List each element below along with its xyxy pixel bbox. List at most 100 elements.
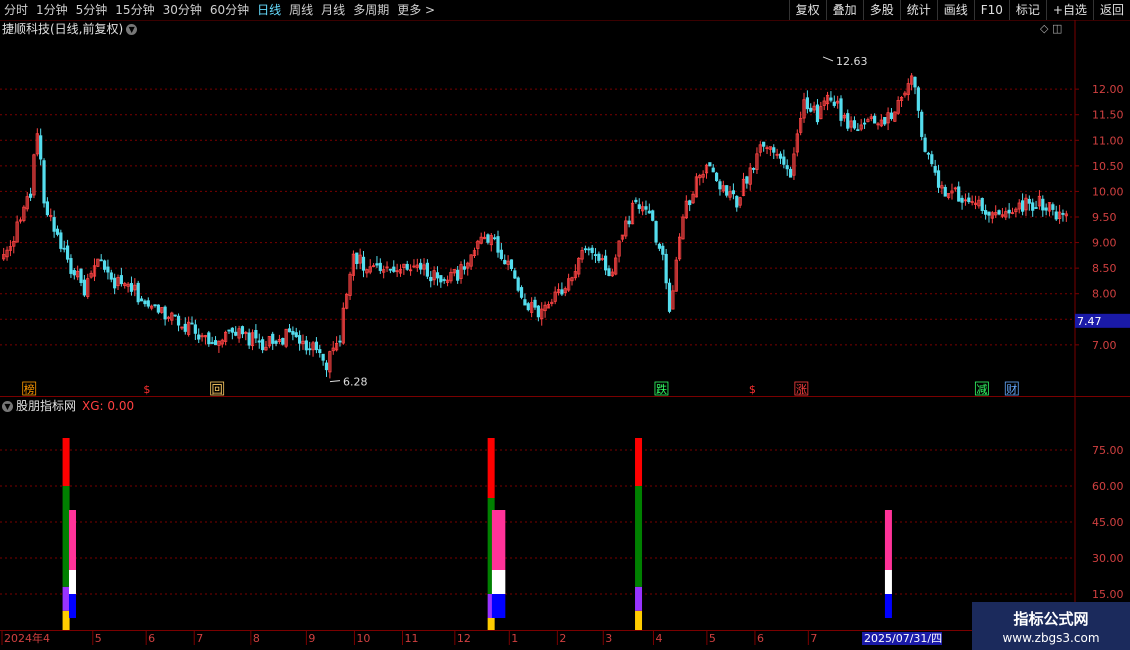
indicator-bar-5-3 [635, 438, 643, 486]
event-marker-7: 财 [1006, 382, 1017, 396]
candle-body [926, 152, 931, 155]
candle-body [634, 199, 638, 203]
candle-body [852, 120, 857, 129]
candle-body [607, 268, 611, 276]
candle-body [593, 254, 598, 256]
candle-body [1041, 198, 1045, 211]
candle-body [425, 262, 429, 277]
candle-body [106, 266, 110, 273]
candle-body [731, 190, 736, 195]
low-price-label: 6.28 [343, 376, 368, 389]
indicator-bar-5-0 [635, 610, 643, 630]
candle-body [1031, 202, 1035, 211]
candle-body [536, 305, 540, 318]
candle-body [873, 115, 877, 124]
indicator-bar-3-1 [491, 570, 499, 594]
xg-value-label: XG: 0.00 [82, 399, 135, 413]
indicator-tick-label-3: 30.00 [1092, 552, 1124, 565]
candle-body [375, 263, 379, 266]
stock-chart[interactable]: 12.00 11.50 11.00 10.50 10.00 9.50 9.00 8.50 8.0… [0, 0, 1130, 650]
chevron-down-icon[interactable]: ▼ [2, 401, 13, 412]
watermark-url: www.zbgs3.com [1002, 631, 1100, 645]
candle-body [271, 333, 275, 344]
candle-body [143, 300, 147, 305]
candle-body [997, 210, 1001, 215]
date-label-6: 10 [356, 632, 370, 645]
price-tick-label-4: 10.00 [1092, 185, 1124, 198]
price-tick-label-2: 11.00 [1092, 134, 1124, 147]
indicator-bars [62, 438, 892, 630]
candle-body [55, 228, 60, 235]
candle-body [119, 275, 123, 285]
candle-body [782, 156, 786, 165]
candle-body [72, 270, 76, 276]
candle-body [65, 245, 70, 260]
candle-body [651, 210, 655, 221]
candle-body [714, 172, 719, 182]
price-tick-label-6: 9.00 [1092, 237, 1117, 250]
candle-body [637, 204, 641, 209]
candle-body [69, 258, 73, 274]
candles-group [2, 73, 1068, 379]
price-tick-label-8: 8.00 [1092, 288, 1117, 301]
candle-body [772, 147, 776, 153]
diamond-icon[interactable]: ◇ [1040, 22, 1048, 35]
indicator-name-label: 股朋指标网 [16, 399, 77, 413]
indicator-tick-label-4: 15.00 [1092, 588, 1124, 601]
indicator-bar-0-3 [62, 438, 70, 486]
candle-body [176, 315, 181, 326]
candle-body [923, 137, 927, 152]
candle-body [560, 289, 564, 295]
candle-body [429, 276, 433, 282]
candle-body [805, 97, 809, 110]
candle-body [314, 341, 319, 351]
candle-body [254, 330, 258, 339]
candle-body [338, 340, 342, 343]
indicator-tick-label-2: 45.00 [1092, 516, 1124, 529]
date-label-2: 6 [148, 632, 155, 645]
candle-body [183, 323, 187, 332]
candle-body [832, 101, 836, 106]
candle-body [933, 166, 937, 173]
date-label-10: 2 [559, 632, 566, 645]
candle-body [378, 262, 382, 271]
candle-body [503, 259, 507, 265]
indicator-bar-0-1 [62, 586, 70, 611]
candle-body [657, 243, 662, 249]
candle-body [405, 263, 409, 270]
candle-body [943, 187, 947, 197]
candle-body [647, 210, 651, 214]
candle-body [435, 272, 440, 279]
chevron-down-icon[interactable]: ▼ [126, 24, 138, 35]
candle-body [234, 331, 238, 336]
candle-body [99, 259, 103, 262]
indicator-bar-4-2 [498, 510, 506, 570]
candle-body [102, 260, 107, 270]
candle-body [839, 98, 843, 121]
indicator-tick-label-0: 75.00 [1092, 444, 1124, 457]
candle-body [829, 97, 833, 101]
event-marker-3: 跌 [656, 382, 667, 396]
candle-body [725, 185, 729, 196]
candle-body [1044, 207, 1048, 211]
candle-body [324, 362, 329, 371]
candle-body [644, 206, 648, 210]
candle-body [261, 339, 265, 351]
candle-body [1061, 213, 1065, 215]
candle-body [516, 277, 520, 291]
candle-body [889, 112, 894, 119]
date-label-12: 4 [655, 632, 662, 645]
candle-body [247, 332, 251, 346]
cursor-date-label: 2025/07/31/四 [864, 632, 942, 645]
date-label-14: 6 [757, 632, 764, 645]
candle-body [654, 221, 658, 243]
candle-body [321, 353, 325, 361]
candle-body [526, 303, 530, 311]
candle-body [533, 299, 537, 308]
panel-toggle-icon[interactable]: ◫ [1052, 22, 1062, 35]
indicator-bar-1-0 [68, 594, 76, 618]
candle-body [930, 154, 934, 165]
candle-body [129, 283, 134, 292]
indicator-bar-2-3 [487, 438, 495, 498]
candle-body [936, 170, 941, 188]
